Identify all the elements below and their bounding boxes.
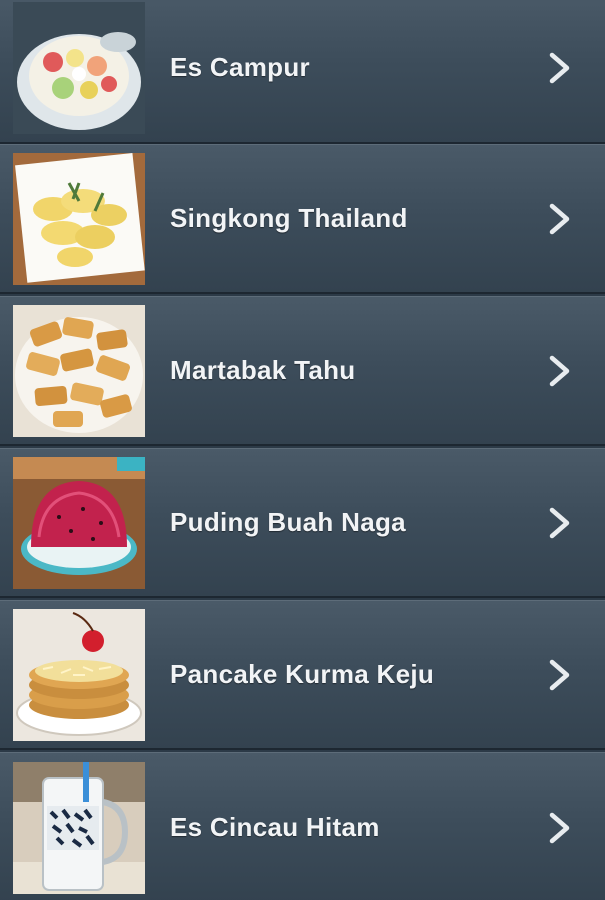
recipe-label: Es Campur xyxy=(170,52,310,82)
chevron-right-icon xyxy=(539,199,579,239)
recipe-label: Singkong Thailand xyxy=(170,203,408,233)
recipe-label: Es Cincau Hitam xyxy=(170,812,380,842)
es-campur-image xyxy=(13,1,145,134)
recipe-row-martabak-tahu[interactable]: Martabak Tahu xyxy=(0,296,605,446)
recipe-label: Puding Buah Naga xyxy=(170,507,406,537)
recipe-label: Pancake Kurma Keju xyxy=(170,659,435,689)
chevron-right-icon xyxy=(539,808,579,848)
es-cincau-hitam-image xyxy=(13,761,145,894)
chevron-right-icon xyxy=(539,655,579,695)
recipe-label: Martabak Tahu xyxy=(170,355,356,385)
singkong-thailand-image xyxy=(13,152,145,285)
chevron-right-icon xyxy=(539,351,579,391)
puding-buah-naga-image xyxy=(13,456,145,589)
recipe-row-pancake-kurma-keju[interactable]: Pancake Kurma Keju xyxy=(0,600,605,750)
recipe-list: Es Campur Singkong Thailand Martabak Tah… xyxy=(0,0,605,900)
recipe-row-es-cincau-hitam[interactable]: Es Cincau Hitam xyxy=(0,752,605,900)
recipe-row-singkong-thailand[interactable]: Singkong Thailand xyxy=(0,144,605,294)
martabak-tahu-image xyxy=(13,304,145,437)
pancake-kurma-keju-image xyxy=(13,608,145,741)
chevron-right-icon xyxy=(539,503,579,543)
chevron-right-icon xyxy=(539,48,579,88)
recipe-row-es-campur[interactable]: Es Campur xyxy=(0,0,605,144)
recipe-row-puding-buah-naga[interactable]: Puding Buah Naga xyxy=(0,448,605,598)
